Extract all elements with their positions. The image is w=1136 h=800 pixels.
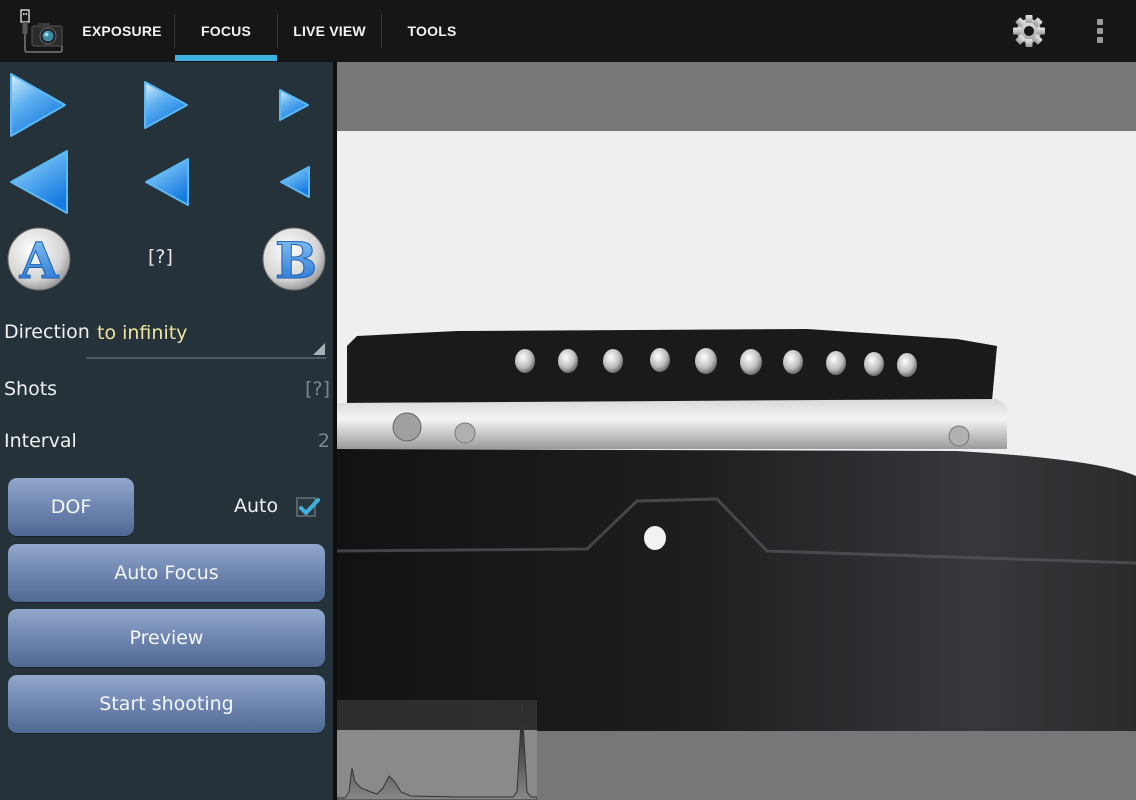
live-view-image[interactable] bbox=[337, 131, 1136, 731]
lens-body bbox=[337, 449, 1136, 731]
direction-label: Direction bbox=[4, 321, 90, 343]
tab-label: EXPOSURE bbox=[82, 23, 162, 39]
svg-text:A: A bbox=[19, 231, 60, 290]
action-bar: EXPOSURE FOCUS LIVE VIEW TOOLS bbox=[0, 0, 1136, 62]
tab-tools[interactable]: TOOLS bbox=[382, 0, 482, 62]
focus-far-large-button[interactable] bbox=[8, 72, 68, 138]
play-right-small-icon bbox=[279, 89, 309, 121]
play-left-medium-icon bbox=[145, 158, 189, 206]
screw bbox=[948, 425, 970, 447]
spinner-corner-icon bbox=[313, 343, 325, 355]
tab-label: TOOLS bbox=[407, 23, 457, 39]
play-right-medium-icon bbox=[144, 81, 188, 129]
index-dot bbox=[644, 526, 666, 550]
overflow-menu-button[interactable] bbox=[1092, 16, 1108, 46]
tab-live-view[interactable]: LIVE VIEW bbox=[278, 0, 381, 62]
start-shooting-button[interactable]: Start shooting bbox=[8, 675, 325, 733]
histogram bbox=[337, 700, 537, 800]
screw bbox=[454, 422, 476, 444]
play-right-large-icon bbox=[10, 73, 66, 137]
tab-label: FOCUS bbox=[201, 23, 251, 39]
preview-button[interactable]: Preview bbox=[8, 609, 325, 667]
tab-exposure[interactable]: EXPOSURE bbox=[70, 0, 174, 62]
auto-focus-button[interactable]: Auto Focus bbox=[8, 544, 325, 602]
tab-bar: EXPOSURE FOCUS LIVE VIEW TOOLS bbox=[70, 0, 482, 62]
tab-label: LIVE VIEW bbox=[293, 23, 366, 39]
more-vert-icon-dot bbox=[1097, 19, 1103, 25]
focus-near-small-button[interactable] bbox=[279, 165, 311, 199]
auto-label: Auto bbox=[234, 495, 279, 517]
screw bbox=[392, 412, 422, 442]
more-vert-icon-dot bbox=[1097, 28, 1103, 34]
direction-spinner[interactable]: to infinity bbox=[86, 312, 326, 359]
tab-focus[interactable]: FOCUS bbox=[175, 0, 277, 62]
interval-value[interactable]: 2 bbox=[318, 430, 330, 452]
checkmark-icon bbox=[299, 498, 320, 515]
start-shooting-button-label: Start shooting bbox=[99, 693, 234, 715]
shots-label: Shots bbox=[4, 378, 58, 400]
svg-text:B: B bbox=[275, 231, 317, 290]
focus-near-medium-button[interactable] bbox=[144, 157, 190, 207]
settings-button[interactable] bbox=[1010, 12, 1048, 50]
auto-checkbox[interactable] bbox=[296, 497, 320, 517]
set-point-b-button[interactable]: B bbox=[261, 226, 327, 292]
focus-far-small-button[interactable] bbox=[278, 88, 310, 122]
focus-near-large-button[interactable] bbox=[8, 149, 70, 215]
live-view-area[interactable] bbox=[337, 62, 1136, 800]
letter-a-ball-icon: A bbox=[7, 227, 71, 291]
gear-icon bbox=[1013, 15, 1045, 47]
auto-focus-button-label: Auto Focus bbox=[114, 562, 219, 584]
interval-label: Interval bbox=[4, 430, 77, 452]
usb-camera-icon bbox=[16, 6, 66, 54]
play-left-large-icon bbox=[10, 150, 68, 214]
more-vert-icon-dot bbox=[1097, 37, 1103, 43]
focus-far-medium-button[interactable] bbox=[143, 80, 189, 130]
direction-value: to infinity bbox=[97, 322, 188, 344]
shots-value[interactable]: [?] bbox=[305, 378, 330, 400]
preview-button-label: Preview bbox=[129, 627, 204, 649]
histogram-curve bbox=[337, 701, 537, 800]
play-left-small-icon bbox=[280, 166, 310, 198]
mount-ring bbox=[337, 399, 1007, 449]
letter-b-ball-icon: B bbox=[262, 227, 326, 291]
selected-tab-indicator bbox=[175, 55, 277, 61]
dof-button-label: DOF bbox=[50, 496, 92, 518]
dof-button[interactable]: DOF bbox=[8, 478, 134, 536]
set-point-a-button[interactable]: A bbox=[6, 226, 72, 292]
ab-status: [?] bbox=[148, 246, 173, 268]
